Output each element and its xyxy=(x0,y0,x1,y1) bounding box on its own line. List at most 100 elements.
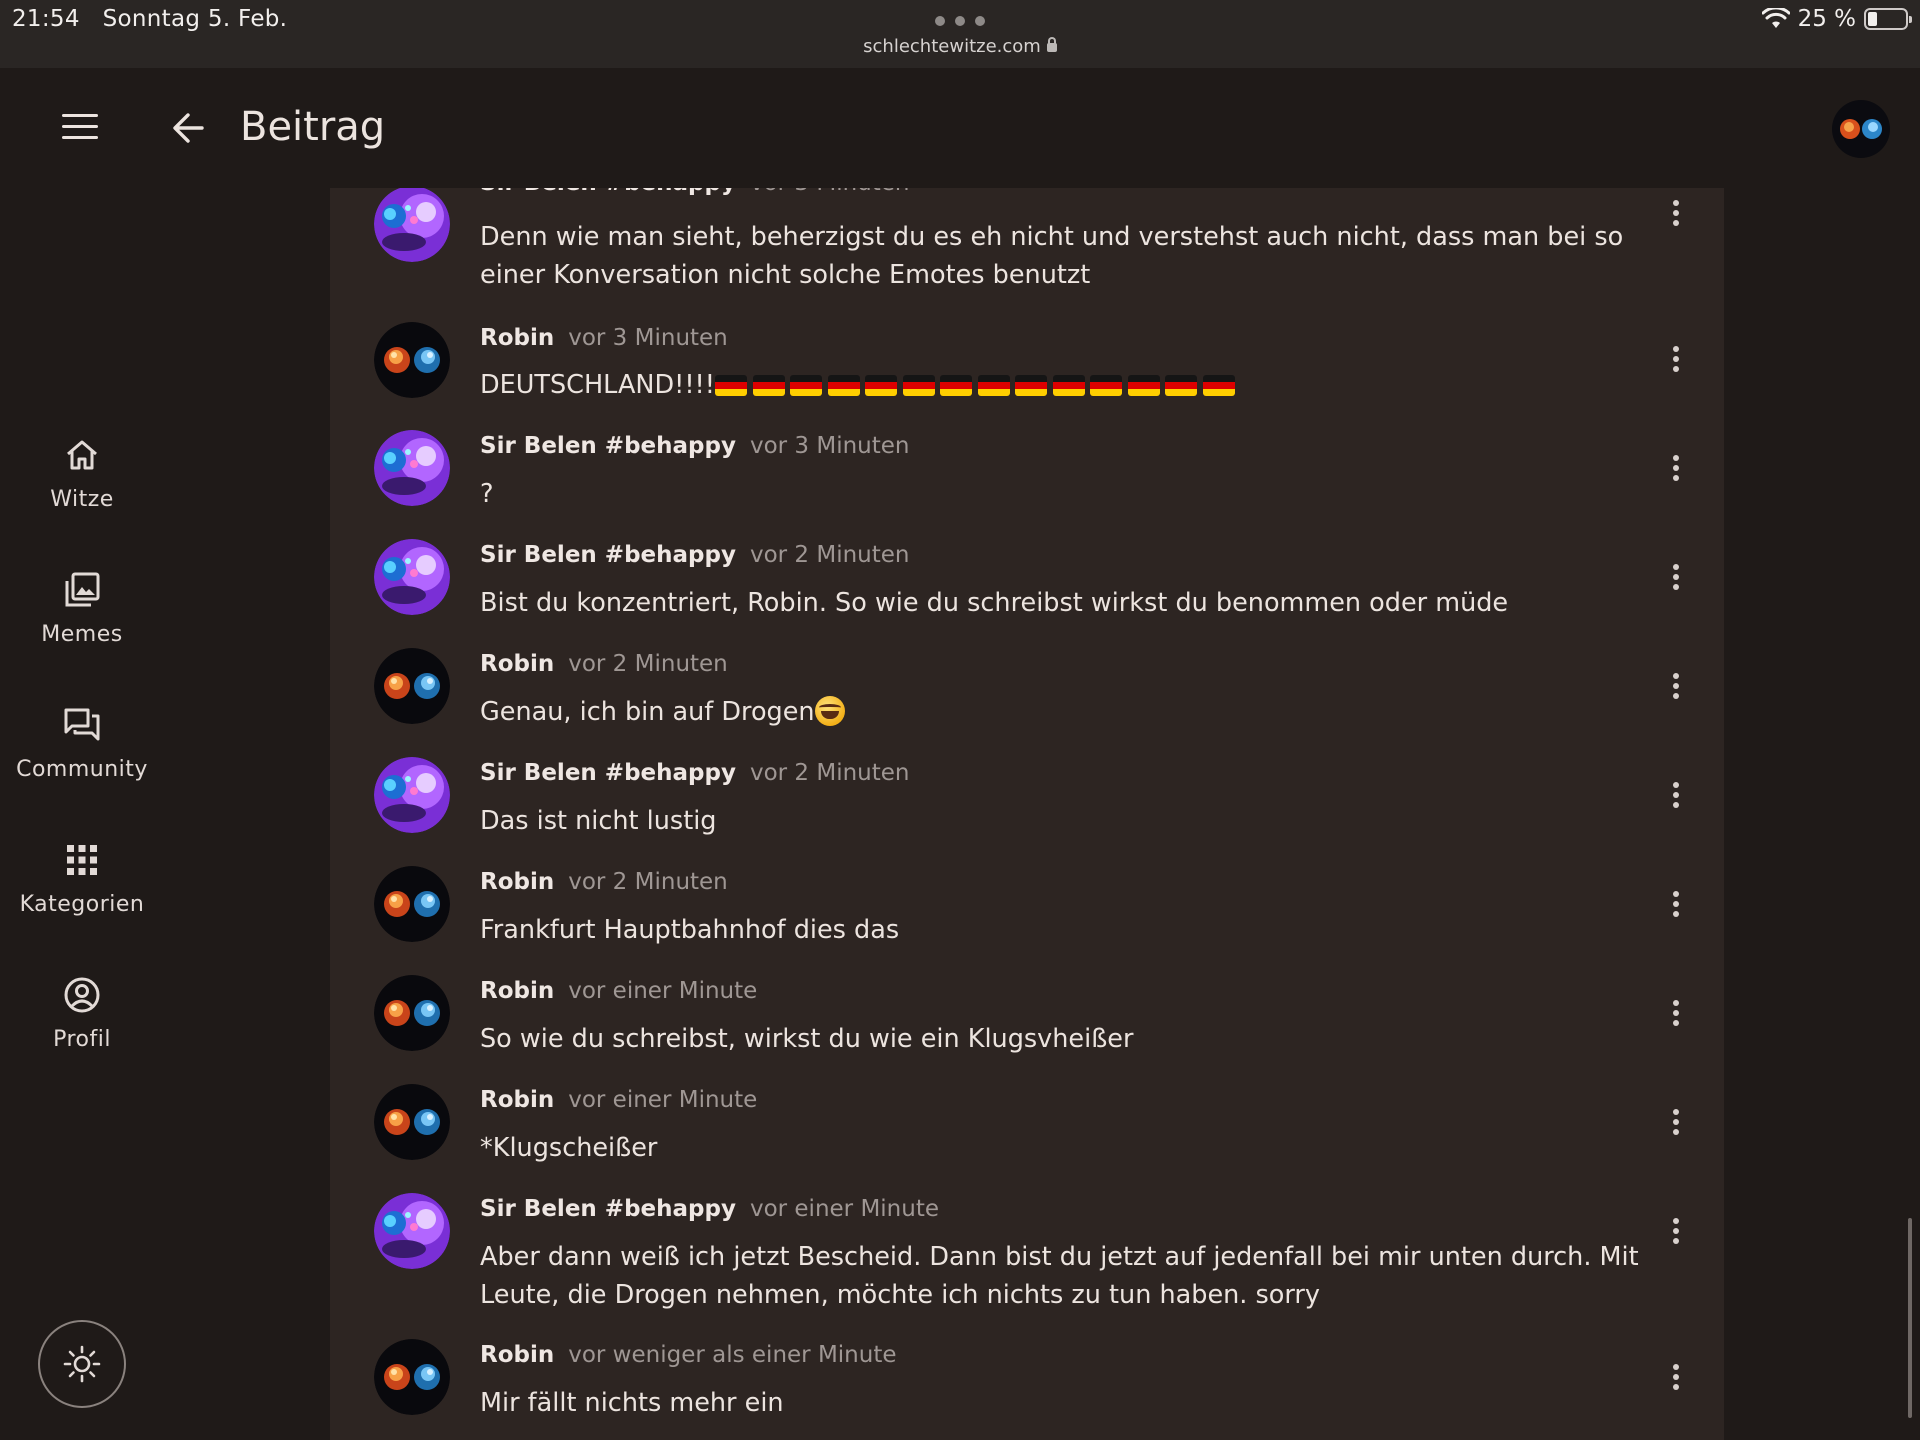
comment-avatar[interactable] xyxy=(374,1339,450,1415)
comment-author[interactable]: Sir Belen #behappy xyxy=(480,433,736,459)
grid-icon xyxy=(67,844,97,875)
comment-body: *Klugscheißer xyxy=(480,1133,658,1163)
battery-level: 25 % xyxy=(1797,6,1856,32)
comment-avatar[interactable] xyxy=(374,1084,450,1160)
comment-author[interactable]: Sir Belen #behappy xyxy=(480,1196,736,1222)
more-vert-icon[interactable] xyxy=(1664,1109,1688,1145)
nav-label-community: Community xyxy=(16,756,148,782)
comment-author[interactable]: Robin xyxy=(480,1342,554,1368)
comment-header: Sir Belen #behappy vor 2 Minuten xyxy=(480,542,909,568)
comment-text: ? xyxy=(480,475,1650,513)
page-title: Beitrag xyxy=(240,104,386,150)
battery-icon xyxy=(1864,8,1912,30)
comment-body: Bist du konzentriert, Robin. So wie du s… xyxy=(480,588,1509,618)
comment-timestamp: vor einer Minute xyxy=(568,1087,758,1113)
comment-author[interactable]: Robin xyxy=(480,1087,554,1113)
comment-body: Das ist nicht lustig xyxy=(480,806,717,836)
germany-flag-emoji xyxy=(715,375,747,396)
comment-timestamp: vor einer Minute xyxy=(749,1196,939,1222)
comment-body: Frankfurt Hauptbahnhof dies das xyxy=(480,915,900,945)
images-icon xyxy=(65,572,100,606)
theme-toggle-button[interactable] xyxy=(38,1320,126,1408)
comment-author[interactable]: Sir Belen #behappy xyxy=(480,188,736,196)
comment-avatar[interactable] xyxy=(374,975,450,1051)
comment-body: Genau, ich bin auf Drogen xyxy=(480,697,815,727)
comment-text: Mir fällt nichts mehr ein xyxy=(480,1384,1650,1422)
comment-text: DEUTSCHLAND!!!! xyxy=(480,366,1650,404)
nav-item-kategorien[interactable]: Kategorien xyxy=(0,823,164,933)
comment-author[interactable]: Robin xyxy=(480,978,554,1004)
url-text: schlechtewitze.com xyxy=(863,36,1041,57)
comment-avatar[interactable] xyxy=(374,322,450,398)
comment-timestamp: vor weniger als einer Minute xyxy=(568,1342,897,1368)
comment-header: Robin vor einer Minute xyxy=(480,978,757,1004)
status-bar: 21:54 Sonntag 5. Feb. schlechtewitze.com… xyxy=(0,0,1920,68)
comment-header: Sir Belen #behappy vor 3 Minuten xyxy=(480,433,909,459)
comment-text: Das ist nicht lustig xyxy=(480,802,1650,840)
more-vert-icon[interactable] xyxy=(1664,1000,1688,1036)
comment-timestamp: vor 3 Minuten xyxy=(750,188,910,196)
more-vert-icon[interactable] xyxy=(1664,782,1688,818)
comment-header: Sir Belen #behappy vor einer Minute xyxy=(480,1196,939,1222)
comment-avatar[interactable] xyxy=(374,648,450,724)
comment-avatar[interactable] xyxy=(374,188,450,262)
side-navigation: Witze Memes Community Kategorien Profil xyxy=(0,188,164,1440)
comment-avatar[interactable] xyxy=(374,1193,450,1269)
comment-body: Denn wie man sieht, beherzigst du es eh … xyxy=(480,222,1624,290)
comment-avatar[interactable] xyxy=(374,866,450,942)
user-avatar[interactable] xyxy=(1832,100,1890,158)
menu-icon[interactable] xyxy=(62,114,98,142)
forum-icon xyxy=(64,708,100,740)
nav-item-witze[interactable]: Witze xyxy=(0,418,164,528)
germany-flag-emoji xyxy=(865,375,897,396)
comment-avatar[interactable] xyxy=(374,539,450,615)
comment-avatar[interactable] xyxy=(374,757,450,833)
nav-item-profil[interactable]: Profil xyxy=(0,958,164,1068)
status-time-date: 21:54 Sonntag 5. Feb. xyxy=(12,6,287,32)
comment-avatar[interactable] xyxy=(374,430,450,506)
more-vert-icon[interactable] xyxy=(1664,346,1688,382)
more-vert-icon[interactable] xyxy=(1664,455,1688,491)
comment-author[interactable]: Sir Belen #behappy xyxy=(480,542,736,568)
comment-timestamp: vor 2 Minuten xyxy=(749,542,910,568)
url-bar[interactable]: schlechtewitze.com xyxy=(0,36,1920,57)
nav-item-memes[interactable]: Memes xyxy=(0,553,164,663)
germany-flag-emoji xyxy=(977,375,1010,396)
sun-icon xyxy=(63,1345,101,1383)
wifi-icon xyxy=(1761,8,1790,28)
more-vert-icon[interactable] xyxy=(1664,1364,1688,1400)
comment-header: Sir Belen #behappy vor 2 Minuten xyxy=(480,760,909,786)
comment-header: Sir Belen #behappy vor 3 Minuten xyxy=(480,188,909,196)
comment-timestamp: vor einer Minute xyxy=(568,978,758,1004)
comment-header: Robin vor 2 Minuten xyxy=(480,651,728,677)
more-vert-icon[interactable] xyxy=(1664,200,1688,236)
comment-timestamp: vor 2 Minuten xyxy=(568,651,728,677)
nav-label-profil: Profil xyxy=(53,1026,111,1052)
more-vert-icon[interactable] xyxy=(1664,673,1688,709)
comment-author[interactable]: Sir Belen #behappy xyxy=(480,760,736,786)
comment-timestamp: vor 3 Minuten xyxy=(749,433,910,459)
arrow-left-icon[interactable] xyxy=(168,108,208,148)
more-vert-icon[interactable] xyxy=(1664,1218,1688,1254)
status-date: Sonntag 5. Feb. xyxy=(102,6,288,32)
home-icon xyxy=(67,440,97,469)
comment-body: Aber dann weiß ich jetzt Bescheid. Dann … xyxy=(480,1242,1639,1310)
germany-flag-emoji xyxy=(902,375,935,396)
comment-author[interactable]: Robin xyxy=(480,869,554,895)
comment-author[interactable]: Robin xyxy=(480,325,554,351)
status-time: 21:54 xyxy=(12,6,80,32)
germany-flag-emoji xyxy=(827,375,860,396)
comment-feed[interactable]: Sir Belen #behappy vor 3 Minuten Denn wie … xyxy=(330,188,1724,1440)
browser-more-icon[interactable] xyxy=(935,14,985,28)
comment-text: Frankfurt Hauptbahnhof dies das xyxy=(480,911,1650,949)
scrollbar[interactable] xyxy=(1908,1218,1912,1418)
comment-header: Robin vor 3 Minuten xyxy=(480,325,728,351)
comment-body: Mir fällt nichts mehr ein xyxy=(480,1388,784,1418)
germany-flag-emoji xyxy=(1127,375,1160,396)
germany-flag-emoji xyxy=(1165,375,1197,396)
germany-flag-emoji xyxy=(1015,375,1047,396)
nav-item-community[interactable]: Community xyxy=(0,688,164,798)
comment-author[interactable]: Robin xyxy=(480,651,554,677)
more-vert-icon[interactable] xyxy=(1664,891,1688,927)
more-vert-icon[interactable] xyxy=(1664,564,1688,600)
